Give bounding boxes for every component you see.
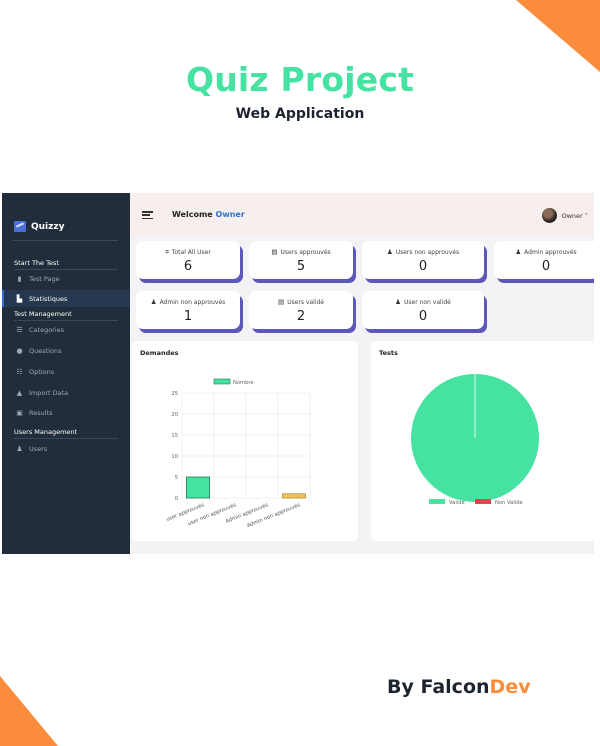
sidebar-item-results[interactable]: ▣ Results — [2, 404, 130, 421]
sidebar-item-test-page[interactable]: ▮ Test Page — [2, 270, 130, 287]
stat-card-value: 5 — [296, 259, 306, 274]
legend-swatch — [429, 499, 445, 504]
sidebar-item-users[interactable]: ♟ Users — [2, 440, 130, 457]
credit-prefix: By Falcon — [387, 676, 490, 698]
stat-card-label: User non validé — [404, 298, 451, 306]
legend-label: Non Valide — [495, 500, 523, 506]
stat-card-users-valide[interactable]: ▤ Users validé 2 — [249, 291, 353, 329]
divider — [12, 240, 118, 241]
sidebar-item-label: Options — [29, 367, 55, 376]
stat-card-value: 2 — [296, 309, 306, 324]
avatar — [542, 208, 558, 223]
users-icon: ♟ — [395, 298, 401, 306]
stat-card-label: Admin non approuvés — [159, 298, 226, 306]
stats-icon: ▙ — [16, 294, 23, 303]
stat-card-users-non-approuves[interactable]: ♟ Users non approuvés 0 — [362, 241, 484, 279]
sidebar-item-label: Test Page — [29, 274, 60, 283]
y-tick-label: 5 — [175, 475, 178, 481]
upload-icon: ▲ — [16, 388, 23, 397]
section-test-management: Test Management — [14, 310, 72, 318]
legend-label: Valide — [449, 500, 465, 506]
stat-card-user-non-valide[interactable]: ♟ User non validé 0 — [362, 291, 484, 329]
stat-card-value: 0 — [418, 309, 428, 324]
tests-pie-chart: Valide Non Valide — [411, 374, 539, 506]
users-icon: ♟ — [386, 248, 393, 256]
y-tick-label: 25 — [171, 391, 178, 397]
sidebar-item-label: Results — [29, 408, 53, 417]
sidebar-item-questions[interactable]: ● Questions — [2, 342, 130, 359]
users-icon: ♟ — [515, 248, 522, 256]
divider — [14, 438, 118, 439]
stat-card-value: 6 — [183, 259, 193, 274]
y-tick-label: 10 — [171, 454, 178, 460]
app-screenshot: Quizzy Start The Test ▮ Test Page ▙ Stat… — [2, 193, 594, 554]
panel-tests: Tests Valide Non Valide — [371, 341, 594, 541]
stat-card-value: 0 — [418, 259, 428, 274]
stat-card-admin-non-approuves[interactable]: ♟ Admin non approuvés 1 — [136, 291, 240, 329]
stat-card-users-approuves[interactable]: ▤ Users approuvés 5 — [249, 241, 353, 279]
brand-name: Quizzy — [31, 221, 65, 232]
sidebar-item-options[interactable]: ☷ Options — [2, 363, 130, 380]
bar — [186, 476, 210, 499]
id-card-icon: ▤ — [278, 298, 285, 306]
stat-card-label: Users validé — [287, 298, 324, 306]
legend-swatch — [213, 378, 231, 385]
stat-card-value: 1 — [183, 309, 193, 324]
user-menu-label: Owner ˅ — [561, 211, 588, 220]
sidebar: Quizzy Start The Test ▮ Test Page ▙ Stat… — [2, 193, 130, 554]
users-icon: ♟ — [16, 444, 23, 453]
users-icon: ♟ — [150, 298, 157, 306]
welcome-username: Owner — [215, 210, 245, 219]
section-start-test: Start The Test — [14, 259, 59, 267]
demandes-bar-chart: Nombre0510152025user approuvésuser non a… — [165, 378, 311, 529]
x-tick-label: Admin non approuvés — [246, 501, 302, 529]
sidebar-item-categories[interactable]: ☰ Categories — [2, 321, 130, 338]
bar-chart-icon: ▮ — [17, 274, 22, 283]
question-icon: ● — [16, 346, 23, 355]
sidebar-item-label: Statistiques — [29, 294, 68, 303]
welcome-label: Welcome — [172, 210, 213, 219]
results-icon: ▣ — [16, 408, 23, 417]
sidebar-item-label: Users — [29, 444, 48, 453]
brand[interactable]: Quizzy — [14, 221, 65, 232]
stat-card-admin-approuves[interactable]: ♟ Admin approuvés 0 — [494, 241, 594, 279]
sidebar-item-import-data[interactable]: ▲ Import Data — [2, 384, 130, 401]
hamburger-menu-icon[interactable] — [142, 211, 153, 219]
stat-card-label: Users approuvés — [280, 248, 331, 256]
panel-demandes: Demandes Nombre 0 5 10 15 20 25 user approuvés u… — [132, 341, 358, 541]
poster-title: Quiz Project — [185, 60, 415, 99]
credit-accent: Dev — [489, 676, 531, 698]
y-tick-label: 15 — [171, 433, 178, 439]
user-menu[interactable]: Owner ˅ — [542, 208, 588, 223]
welcome-message: Welcome Owner — [172, 210, 245, 219]
stat-card-total-users[interactable]: ⌗ Total All User 6 — [136, 241, 240, 279]
scan-user-icon: ⌗ — [165, 248, 169, 256]
sidebar-item-label: Questions — [29, 346, 62, 355]
id-card-icon: ▤ — [271, 248, 278, 256]
stat-card-label: Users non approuvés — [395, 248, 460, 256]
bar — [282, 493, 306, 499]
legend-swatch — [475, 499, 491, 504]
top-bar: Welcome Owner Owner ˅ — [130, 193, 594, 237]
options-icon: ☷ — [16, 367, 23, 376]
quizzy-logo-icon — [14, 221, 26, 232]
stat-card-label: Admin approuvés — [524, 248, 577, 256]
stat-card-value: 0 — [541, 259, 551, 274]
corner-decoration-bottom-left — [0, 676, 58, 746]
poster-subtitle: Web Application — [235, 106, 365, 122]
y-tick-label: 0 — [175, 496, 178, 502]
sidebar-item-statistiques[interactable]: ▙ Statistiques — [2, 290, 130, 307]
stat-card-label: Total All User — [171, 249, 211, 256]
legend-label: Nombre — [233, 380, 254, 386]
sidebar-item-label: Categories — [29, 325, 65, 334]
section-users-management: Users Management — [14, 428, 78, 436]
list-icon: ☰ — [16, 325, 23, 334]
sidebar-item-label: Import Data — [29, 388, 69, 397]
credit: By FalconDev — [387, 676, 531, 698]
y-tick-label: 20 — [171, 412, 178, 418]
